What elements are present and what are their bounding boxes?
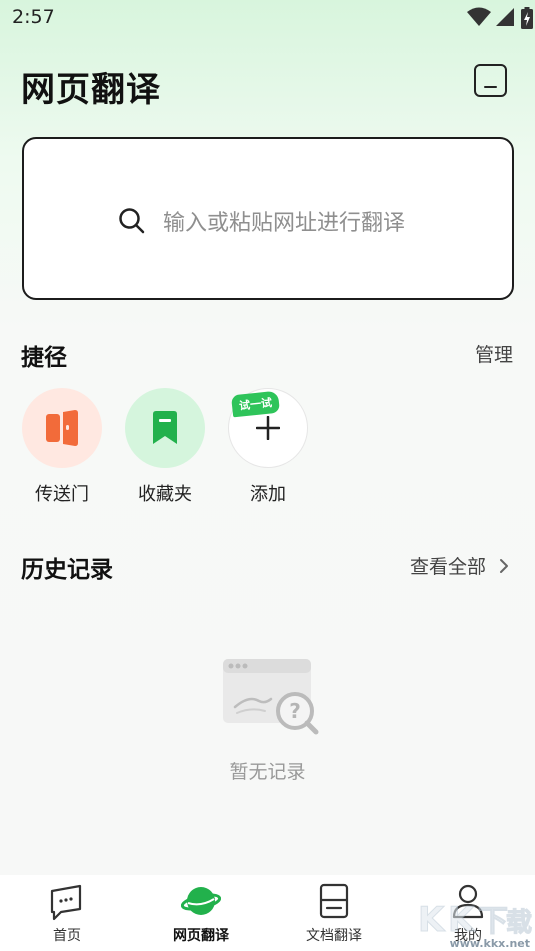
battery-icon xyxy=(521,7,533,29)
chevron-right-icon xyxy=(500,559,509,573)
shortcut-portal[interactable]: 传送门 xyxy=(22,388,102,506)
empty-history-icon: ? xyxy=(223,659,319,735)
page-title: 网页翻译 xyxy=(21,70,161,110)
minimize-window-button[interactable] xyxy=(474,64,507,97)
view-all-label: 查看全部 xyxy=(410,556,487,578)
nav-label: 网页翻译 xyxy=(173,928,229,944)
try-badge: 试一试 xyxy=(230,390,281,418)
shortcut-add[interactable]: 试一试 添加 xyxy=(228,388,308,506)
nav-web-translate[interactable]: 网页翻译 xyxy=(134,875,268,951)
view-all-history-link[interactable]: 查看全部 xyxy=(410,552,510,579)
favorites-circle xyxy=(125,388,205,468)
signal-icon xyxy=(496,8,514,26)
status-time: 2:57 xyxy=(12,6,55,28)
svg-text:下: 下 xyxy=(478,904,508,939)
search-placeholder: 输入或粘贴网址进行翻译 xyxy=(163,211,406,236)
search-icon xyxy=(119,208,145,234)
watermark-logo: K K 下 载 www.kkx.net xyxy=(418,900,533,951)
svg-text:?: ? xyxy=(289,699,301,723)
bookmark-icon xyxy=(153,411,177,444)
status-bar: 2:57 xyxy=(0,0,535,36)
planet-icon xyxy=(181,887,221,915)
portal-icon xyxy=(46,410,78,446)
svg-text:K: K xyxy=(448,900,476,940)
nav-label: 文档翻译 xyxy=(306,928,362,944)
nav-home[interactable]: 首页 xyxy=(0,875,134,951)
manage-shortcuts-link[interactable]: 管理 xyxy=(475,340,513,367)
document-icon xyxy=(319,883,349,919)
wifi-icon xyxy=(467,7,491,26)
plus-icon xyxy=(256,416,280,440)
shortcut-label: 添加 xyxy=(250,484,286,505)
svg-text:K: K xyxy=(418,900,446,940)
svg-text:www.kkx.net: www.kkx.net xyxy=(450,937,530,950)
home-chat-icon xyxy=(50,884,82,921)
history-title: 历史记录 xyxy=(21,557,113,583)
url-search-box[interactable]: 输入或粘贴网址进行翻译 xyxy=(22,137,514,300)
shortcuts-title: 捷径 xyxy=(21,345,67,371)
empty-history-text: 暂无记录 xyxy=(229,761,306,783)
shortcut-favorites[interactable]: 收藏夹 xyxy=(125,388,205,506)
nav-doc-translate[interactable]: 文档翻译 xyxy=(267,875,401,951)
portal-circle xyxy=(22,388,102,468)
add-circle: 试一试 xyxy=(228,388,308,468)
svg-text:载: 载 xyxy=(506,908,532,938)
shortcut-label: 收藏夹 xyxy=(138,484,192,505)
shortcut-label: 传送门 xyxy=(35,484,89,505)
nav-label: 首页 xyxy=(53,928,81,944)
